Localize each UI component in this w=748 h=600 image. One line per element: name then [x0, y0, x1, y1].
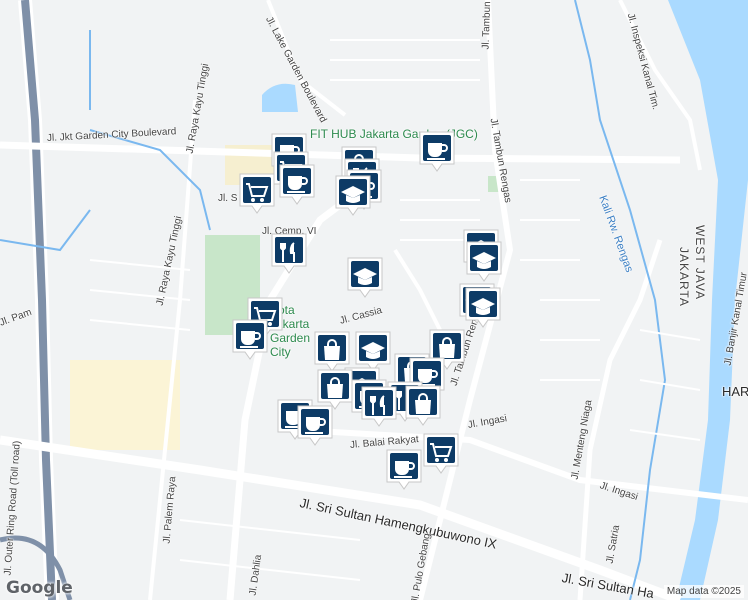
- map-canvas[interactable]: Jl. Outer Ring Road (Toll road) Jl. Lake…: [0, 0, 748, 600]
- shopping-marker[interactable]: [422, 432, 460, 476]
- shopping-icon: [239, 173, 275, 214]
- school-marker[interactable]: [346, 256, 384, 300]
- shopping-bag-marker[interactable]: [404, 384, 442, 428]
- school-icon: [347, 257, 383, 298]
- region-label-jakarta: JAKARTA: [677, 247, 691, 307]
- coffee-icon: [279, 164, 315, 205]
- school-icon: [335, 175, 371, 216]
- school-marker[interactable]: [465, 240, 503, 284]
- coffee-marker[interactable]: [418, 130, 456, 174]
- map-attribution[interactable]: Map data ©2025: [663, 585, 744, 598]
- google-logo: Google: [6, 578, 73, 598]
- coffee-marker[interactable]: [296, 404, 334, 448]
- coffee-icon: [419, 131, 455, 172]
- restaurant-marker[interactable]: [270, 232, 308, 276]
- school-icon: [466, 241, 502, 282]
- coffee-marker[interactable]: [231, 318, 269, 362]
- coffee-marker[interactable]: [385, 448, 423, 492]
- restaurant-marker[interactable]: [360, 385, 398, 429]
- restaurant-icon: [361, 386, 397, 427]
- shopping-icon: [423, 433, 459, 474]
- shopping-bag-icon: [405, 385, 441, 426]
- restaurant-icon: [271, 233, 307, 274]
- school-icon: [465, 287, 501, 328]
- street-label: Jl. S: [218, 193, 238, 204]
- school-marker[interactable]: [464, 286, 502, 330]
- coffee-icon: [386, 449, 422, 490]
- shopping-marker[interactable]: [238, 172, 276, 216]
- region-label-west-java: WEST JAVA: [693, 225, 707, 301]
- coffee-icon: [232, 319, 268, 360]
- coffee-icon: [297, 405, 333, 446]
- place-label-harapan: HARAP: [722, 384, 748, 399]
- school-marker[interactable]: [334, 174, 372, 218]
- coffee-marker[interactable]: [278, 163, 316, 207]
